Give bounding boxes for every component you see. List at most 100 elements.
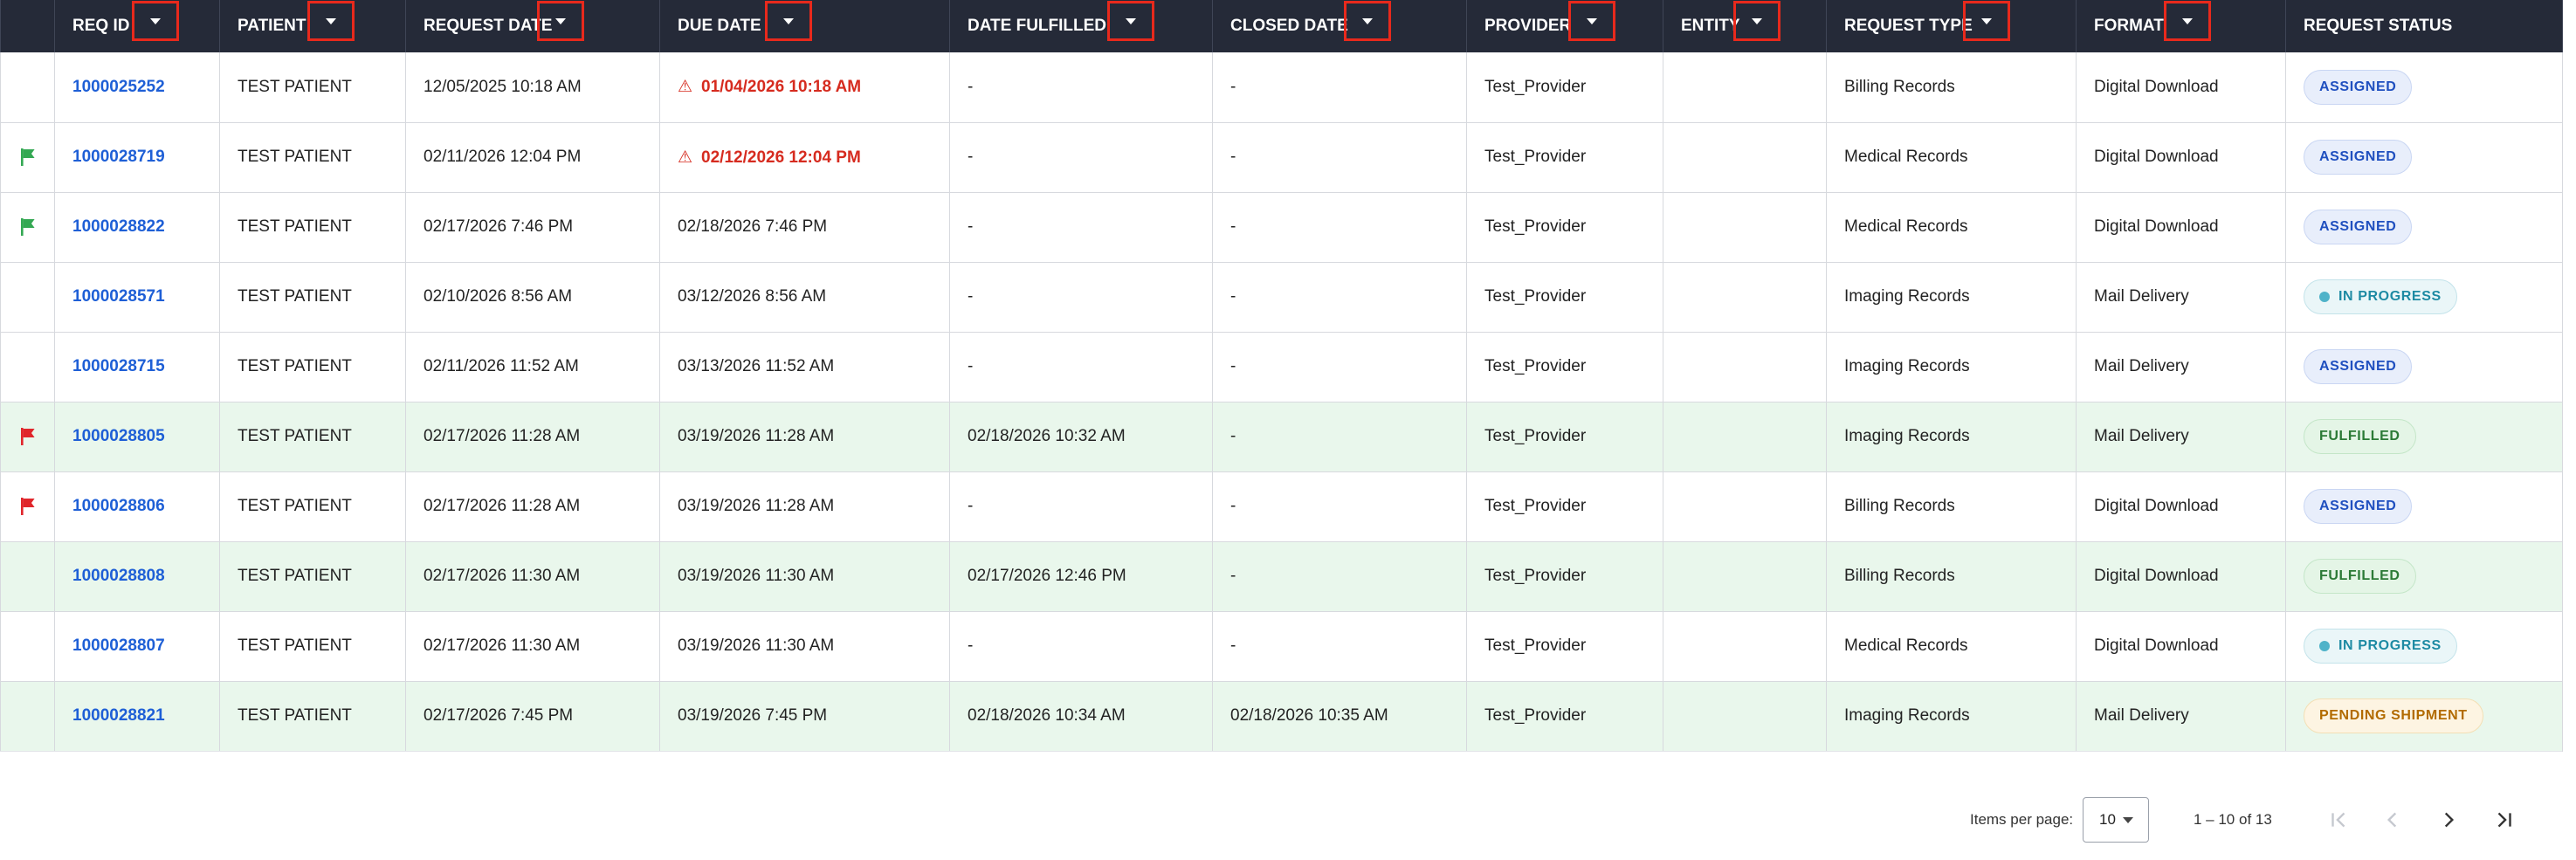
caret-down-icon xyxy=(555,17,566,24)
sort-button-date-fulfilled[interactable] xyxy=(1107,1,1154,41)
format-cell: Digital Download xyxy=(2076,471,2286,541)
table-row[interactable]: 1000028821 TEST PATIENT 02/17/2026 7:45 PM… xyxy=(0,681,2563,751)
format-cell: Digital Download xyxy=(2076,122,2286,192)
req-id-cell: 1000028715 xyxy=(54,332,220,402)
sort-button-req-id[interactable] xyxy=(132,1,179,41)
sort-button-due-date[interactable] xyxy=(765,1,812,41)
table-row[interactable]: 1000028805 TEST PATIENT 02/17/2026 11:28 A… xyxy=(0,402,2563,471)
provider-cell: Test_Provider xyxy=(1466,611,1663,681)
table-row[interactable]: 1000028571 TEST PATIENT 02/10/2026 8:56 AM… xyxy=(0,262,2563,332)
request-status-cell: FULFILLED xyxy=(2285,402,2563,471)
column-header-label: REQUEST DATE xyxy=(424,16,553,35)
last-page-button[interactable] xyxy=(2487,802,2522,837)
flag-cell xyxy=(0,402,55,471)
req-id-cell: 1000028822 xyxy=(54,192,220,262)
table-row[interactable]: 1000028807 TEST PATIENT 02/17/2026 11:30 A… xyxy=(0,611,2563,681)
format: Digital Download xyxy=(2094,636,2219,655)
entity-cell xyxy=(1663,541,1827,611)
sort-button-provider[interactable] xyxy=(1568,1,1615,41)
next-page-button[interactable] xyxy=(2431,802,2466,837)
sort-button-entity[interactable] xyxy=(1733,1,1780,41)
flag-icon[interactable] xyxy=(18,426,38,447)
column-header-due-date[interactable]: DUE DATE xyxy=(659,0,950,52)
patient-name: TEST PATIENT xyxy=(238,217,352,236)
patient-name: TEST PATIENT xyxy=(238,77,352,96)
sort-button-format[interactable] xyxy=(2164,1,2211,41)
provider-cell: Test_Provider xyxy=(1466,681,1663,751)
req-id-link[interactable]: 1000028807 xyxy=(72,636,165,655)
table-row[interactable]: 1000028822 TEST PATIENT 02/17/2026 7:46 PM… xyxy=(0,192,2563,262)
table-body: 1000025252 TEST PATIENT 12/05/2025 10:18 A… xyxy=(0,52,2563,751)
req-id-link[interactable]: 1000028719 xyxy=(72,148,165,166)
items-per-page-select[interactable]: 10 xyxy=(2083,797,2149,843)
table-row[interactable]: 1000025252 TEST PATIENT 12/05/2025 10:18 A… xyxy=(0,52,2563,122)
column-header-req-id[interactable]: REQ ID xyxy=(54,0,220,52)
due-date-cell: ⚠ 02/12/2026 12:04 PM xyxy=(659,122,950,192)
req-id-link[interactable]: 1000025252 xyxy=(72,78,165,96)
request-date-cell: 12/05/2025 10:18 AM xyxy=(405,52,660,122)
provider-cell: Test_Provider xyxy=(1466,402,1663,471)
column-header-request-type[interactable]: REQUEST TYPE xyxy=(1826,0,2077,52)
closed-date-cell: - xyxy=(1212,52,1467,122)
request-type-cell: Medical Records xyxy=(1826,192,2077,262)
table-row[interactable]: 1000028719 TEST PATIENT 02/11/2026 12:04 P… xyxy=(0,122,2563,192)
flag-cell xyxy=(0,52,55,122)
status-badge: FULFILLED xyxy=(2304,559,2416,594)
req-id-link[interactable]: 1000028822 xyxy=(72,217,165,236)
column-header-request-date[interactable]: REQUEST DATE xyxy=(405,0,660,52)
provider: Test_Provider xyxy=(1484,427,1587,445)
req-id-link[interactable]: 1000028821 xyxy=(72,706,165,725)
status-badge: ASSIGNED xyxy=(2304,210,2413,244)
caret-down-icon xyxy=(1587,17,1597,24)
column-header-label: REQUEST TYPE xyxy=(1844,16,1973,35)
flag-cell xyxy=(0,681,55,751)
req-id-link[interactable]: 1000028808 xyxy=(72,567,165,585)
table-row[interactable]: 1000028715 TEST PATIENT 02/11/2026 11:52 A… xyxy=(0,332,2563,402)
flag-icon[interactable] xyxy=(18,217,38,237)
sort-button-closed-date[interactable] xyxy=(1344,1,1391,41)
patient-name: TEST PATIENT xyxy=(238,706,352,725)
request-status-cell: ASSIGNED xyxy=(2285,332,2563,402)
column-header-provider[interactable]: PROVIDER xyxy=(1466,0,1663,52)
column-header-format[interactable]: FORMAT xyxy=(2076,0,2286,52)
sort-button-request-type[interactable] xyxy=(1963,1,2010,41)
request-status-cell: ASSIGNED xyxy=(2285,471,2563,541)
req-id-cell: 1000025252 xyxy=(54,52,220,122)
requests-table-container: REQ ID PATIENT REQUEST DATE DUE DATE DATE FU… xyxy=(0,0,2563,752)
column-header-patient[interactable]: PATIENT xyxy=(219,0,406,52)
patient-name-cell: TEST PATIENT xyxy=(219,611,406,681)
provider: Test_Provider xyxy=(1484,77,1587,96)
provider: Test_Provider xyxy=(1484,357,1587,375)
req-id-link[interactable]: 1000028806 xyxy=(72,497,165,515)
flag-icon[interactable] xyxy=(18,147,38,168)
column-header-label: PROVIDER xyxy=(1484,16,1572,35)
column-header-label: PATIENT xyxy=(238,16,307,35)
format-cell: Mail Delivery xyxy=(2076,332,2286,402)
first-page-button[interactable] xyxy=(2321,802,2356,837)
format-cell: Digital Download xyxy=(2076,541,2286,611)
column-header-closed-date[interactable]: CLOSED DATE xyxy=(1212,0,1467,52)
status-badge-label: ASSIGNED xyxy=(2319,219,2397,234)
page-range-label: 1 – 10 of 13 xyxy=(2194,811,2272,828)
column-header-label: REQ ID xyxy=(72,16,130,35)
entity-cell xyxy=(1663,262,1827,332)
closed-date-cell: - xyxy=(1212,611,1467,681)
closed-date-cell: - xyxy=(1212,402,1467,471)
status-badge: ASSIGNED xyxy=(2304,349,2413,384)
closed-date: - xyxy=(1230,497,1236,515)
request-status-cell: PENDING SHIPMENT xyxy=(2285,681,2563,751)
table-row[interactable]: 1000028808 TEST PATIENT 02/17/2026 11:30 A… xyxy=(0,541,2563,611)
column-header-date-fulfilled[interactable]: DATE FULFILLED xyxy=(949,0,1213,52)
req-id-link[interactable]: 1000028715 xyxy=(72,357,165,375)
table-row[interactable]: 1000028806 TEST PATIENT 02/17/2026 11:28 A… xyxy=(0,471,2563,541)
column-header-entity[interactable]: ENTITY xyxy=(1663,0,1827,52)
req-id-link[interactable]: 1000028805 xyxy=(72,427,165,445)
request-type: Billing Records xyxy=(1844,497,1955,515)
flag-icon[interactable] xyxy=(18,496,38,517)
format: Mail Delivery xyxy=(2094,706,2189,725)
sort-button-request-date[interactable] xyxy=(537,1,584,41)
sort-button-patient[interactable] xyxy=(307,1,355,41)
previous-page-button[interactable] xyxy=(2375,802,2410,837)
status-badge-label: ASSIGNED xyxy=(2319,149,2397,164)
req-id-link[interactable]: 1000028571 xyxy=(72,287,165,306)
